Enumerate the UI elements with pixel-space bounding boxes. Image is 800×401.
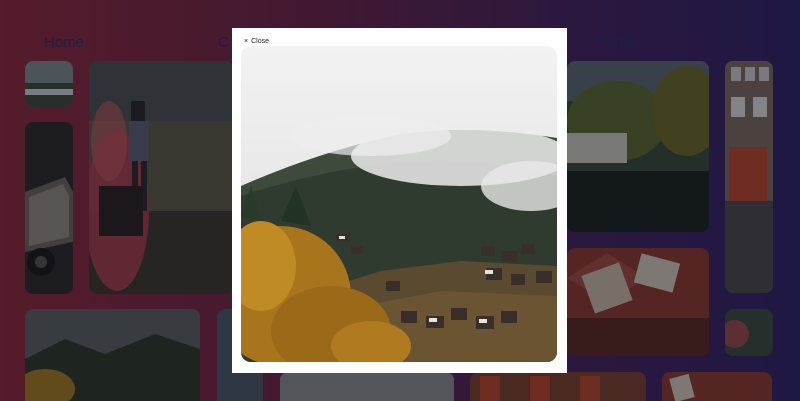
close-button[interactable]: × Close — [244, 38, 269, 45]
close-icon[interactable]: × — [244, 38, 248, 45]
close-label[interactable]: Close — [251, 38, 269, 45]
foggy-mountain-village-image — [241, 46, 557, 362]
lightbox-photo — [241, 46, 557, 362]
image-lightbox-modal: × Close — [232, 28, 567, 373]
